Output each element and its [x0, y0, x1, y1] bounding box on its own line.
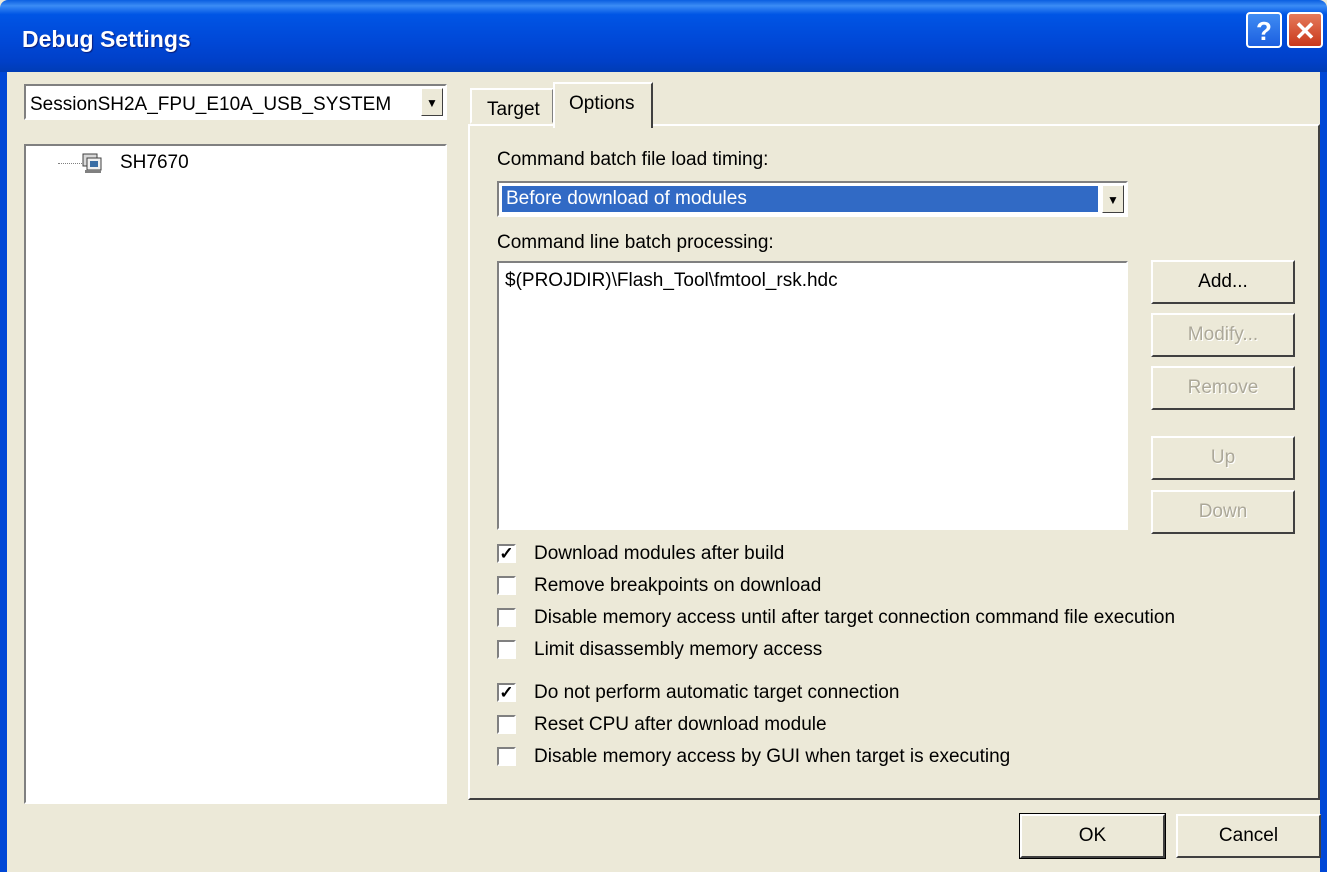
checkbox-label: Do not perform automatic target connecti… — [534, 682, 900, 703]
tab-options-label: Options — [569, 93, 635, 114]
target-tree[interactable]: SH7670 — [24, 144, 447, 804]
window-frame-left — [0, 72, 7, 872]
down-button[interactable]: Down — [1151, 490, 1295, 534]
remove-button[interactable]: Remove — [1151, 366, 1295, 410]
tab-target-label: Target — [487, 99, 540, 120]
checkbox-label: Remove breakpoints on download — [534, 575, 822, 596]
ok-button[interactable]: OK — [1019, 813, 1166, 859]
tab-options[interactable]: Options — [553, 82, 653, 128]
checkbox-label: Reset CPU after download module — [534, 714, 827, 735]
window-title: Debug Settings — [22, 26, 191, 52]
checkbox[interactable]: ✓ — [497, 683, 516, 702]
close-button[interactable]: ✕ — [1287, 12, 1323, 48]
checkbox-label: Disable memory access by GUI when target… — [534, 746, 1011, 767]
checkbox[interactable] — [497, 715, 516, 734]
timing-select-value: Before download of modules — [502, 186, 1098, 212]
checkbox-label: Download modules after build — [534, 543, 785, 564]
chevron-down-icon[interactable]: ▼ — [421, 88, 443, 116]
add-button[interactable]: Add... — [1151, 260, 1295, 304]
session-select-value: SessionSH2A_FPU_E10A_USB_SYSTEM — [30, 94, 392, 115]
batch-label: Command line batch processing: — [497, 232, 774, 253]
chevron-down-icon[interactable]: ▼ — [1102, 185, 1124, 213]
checkbox[interactable]: ✓ — [497, 544, 516, 563]
checkbox[interactable] — [497, 640, 516, 659]
help-button[interactable]: ? — [1246, 12, 1282, 48]
checkbox-label: Limit disassembly memory access — [534, 639, 823, 660]
checkbox[interactable] — [497, 747, 516, 766]
window-frame-right — [1320, 72, 1327, 872]
checkbox-label: Disable memory access until after target… — [534, 607, 1176, 628]
checkbox[interactable] — [497, 608, 516, 627]
tab-target[interactable]: Target — [470, 88, 554, 124]
device-icon — [82, 153, 102, 173]
up-button[interactable]: Up — [1151, 436, 1295, 480]
timing-label: Command batch file load timing: — [497, 149, 769, 170]
modify-button[interactable]: Modify... — [1151, 313, 1295, 357]
checkbox[interactable] — [497, 576, 516, 595]
session-select[interactable]: SessionSH2A_FPU_E10A_USB_SYSTEM ▼ — [24, 84, 447, 120]
timing-select[interactable]: Before download of modules ▼ — [497, 181, 1128, 217]
list-item[interactable]: $(PROJDIR)\Flash_Tool\fmtool_rsk.hdc — [505, 270, 838, 292]
title-bar[interactable]: Debug Settings ? ✕ — [0, 0, 1327, 72]
tree-item-sh7670[interactable]: SH7670 — [120, 152, 189, 174]
cancel-button[interactable]: Cancel — [1176, 814, 1321, 858]
batch-list[interactable]: $(PROJDIR)\Flash_Tool\fmtool_rsk.hdc — [497, 261, 1128, 530]
